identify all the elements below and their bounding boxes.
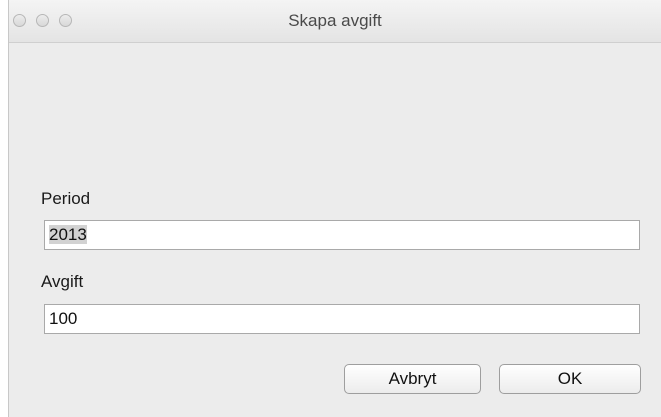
period-value: 2013 (49, 225, 87, 244)
period-label: Period (41, 189, 91, 208)
period-field[interactable]: 2013 (44, 220, 640, 250)
dialog-window: Skapa avgift Period 2013 Avgift 100 Avbr… (8, 0, 661, 417)
fee-field[interactable]: 100 (44, 304, 640, 334)
title-bar: Skapa avgift (9, 0, 661, 43)
fee-value: 100 (49, 309, 78, 328)
ok-button[interactable]: OK (499, 364, 641, 394)
window-title: Skapa avgift (288, 11, 382, 30)
fee-label: Avgift (41, 272, 84, 291)
cancel-button[interactable]: Avbryt (344, 364, 481, 394)
